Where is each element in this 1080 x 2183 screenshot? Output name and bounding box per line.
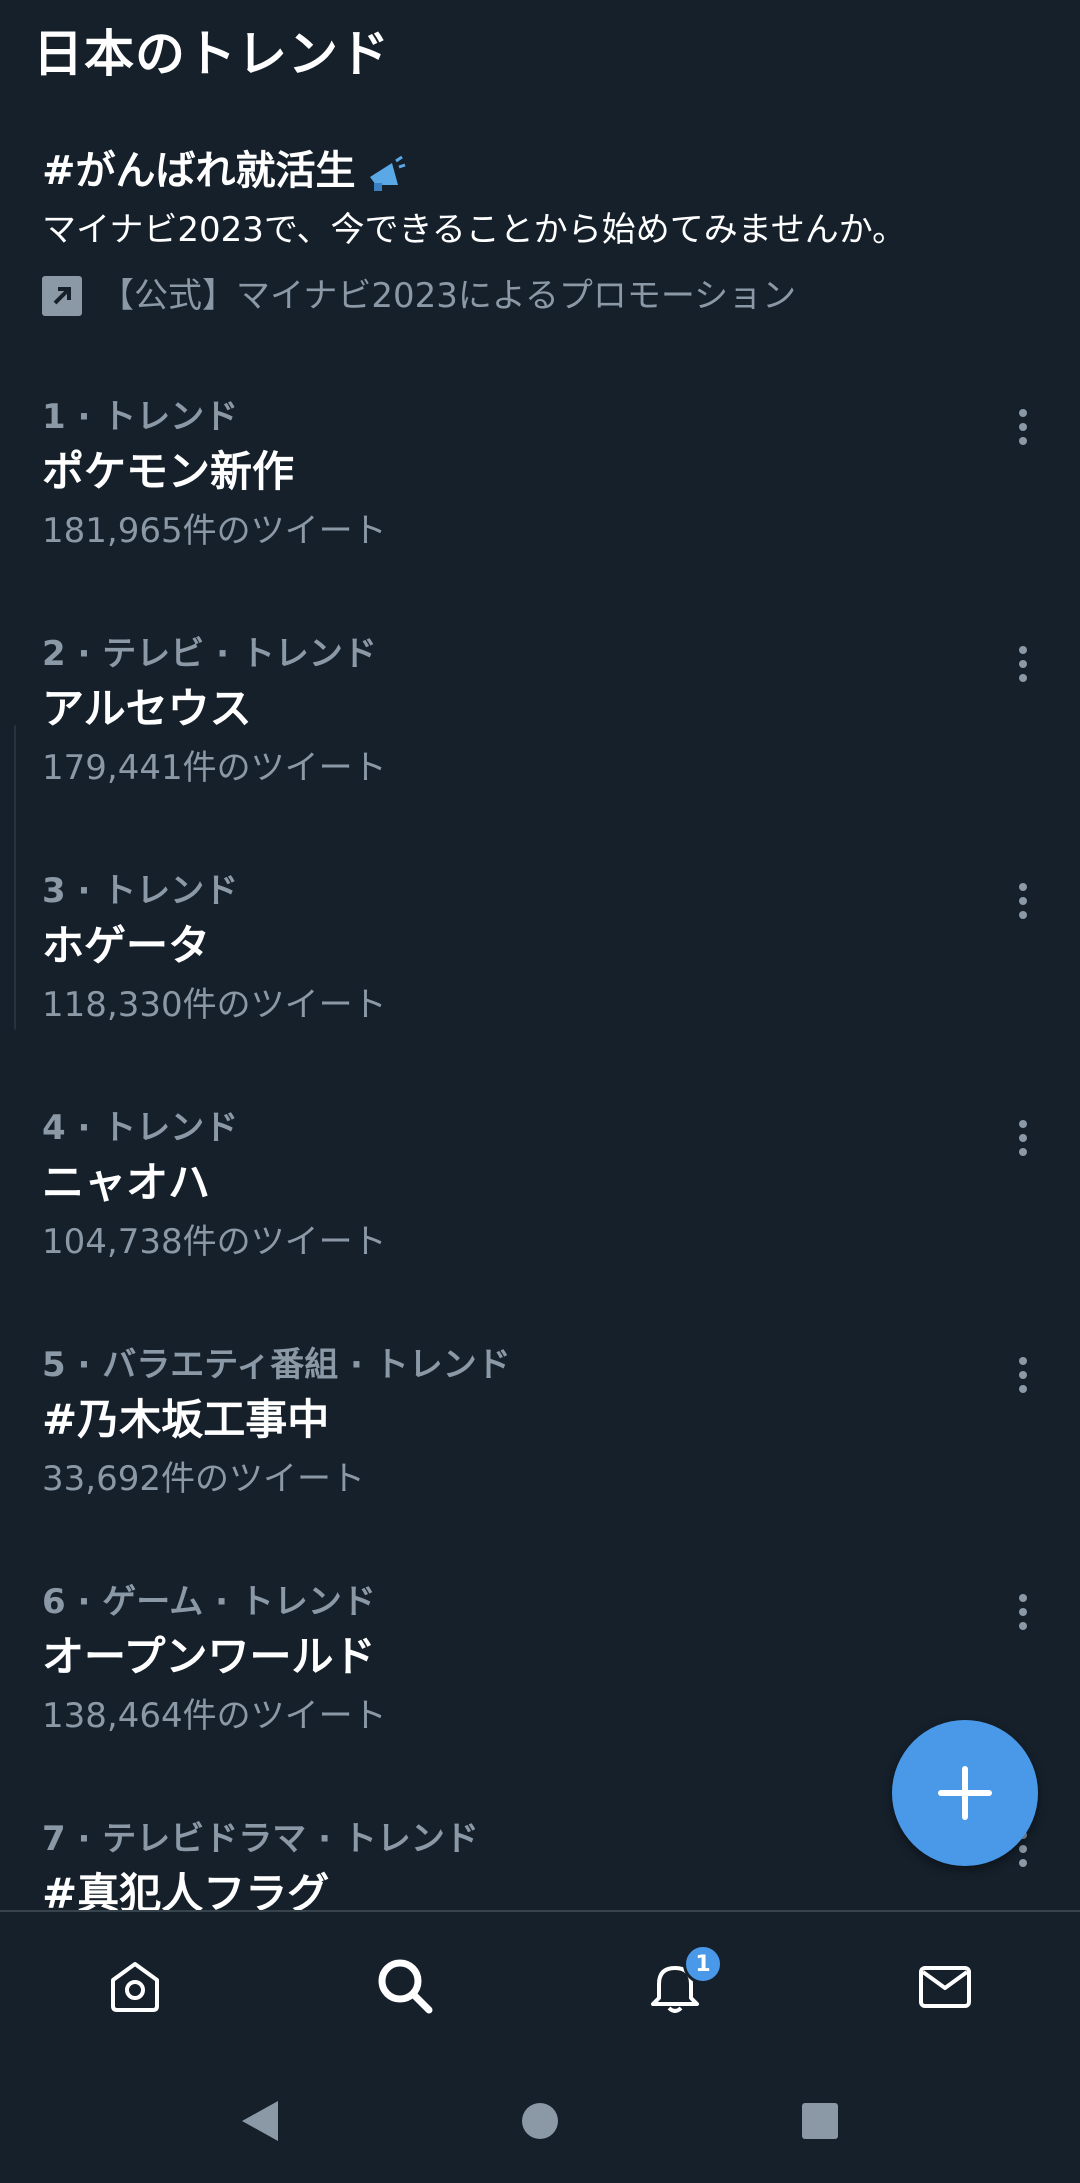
trend-name: ニャオハ bbox=[42, 1158, 211, 1207]
trend-item[interactable]: 1 · トレンド ポケモン新作 181,965件のツイート bbox=[0, 380, 1080, 617]
back-triangle-icon bbox=[242, 2100, 278, 2141]
promoted-icon bbox=[42, 276, 82, 316]
compose-tweet-button[interactable] bbox=[892, 1720, 1038, 1866]
system-navigation-bar bbox=[0, 2058, 1080, 2183]
home-icon bbox=[111, 1962, 159, 2012]
trend-tweet-count: 104,738件のツイート bbox=[42, 1222, 387, 1262]
more-options-icon[interactable] bbox=[1006, 1350, 1040, 1400]
recents-button[interactable] bbox=[790, 2091, 850, 2151]
trend-tweet-count: 179,441件のツイート bbox=[42, 748, 387, 788]
page-title: 日本のトレンド bbox=[33, 25, 390, 83]
trend-meta: 2 · テレビ · トレンド bbox=[42, 634, 377, 674]
home-circle-icon bbox=[522, 2102, 558, 2139]
more-options-icon[interactable] bbox=[1006, 1113, 1040, 1163]
messages-icon bbox=[919, 1966, 971, 2008]
plus-icon bbox=[938, 1766, 992, 1820]
trend-item[interactable]: 2 · テレビ · トレンド アルセウス 179,441件のツイート bbox=[0, 617, 1080, 854]
more-options-icon[interactable] bbox=[1006, 876, 1040, 926]
trend-item[interactable]: 3 · トレンド ホゲータ 118,330件のツイート bbox=[0, 854, 1080, 1091]
explore-screen: 日本のトレンド #がんばれ就活生 マイナビ2023で、今できることから始めてみま… bbox=[0, 0, 1080, 2183]
more-options-icon[interactable] bbox=[1006, 639, 1040, 689]
nav-notifications[interactable]: 1 bbox=[625, 1936, 725, 2036]
nav-messages[interactable] bbox=[895, 1936, 995, 2036]
megaphone-icon bbox=[366, 151, 406, 191]
promoted-trend[interactable]: #がんばれ就活生 マイナビ2023で、今できることから始めてみませんか。 【公式… bbox=[42, 140, 1042, 322]
recents-square-icon bbox=[802, 2102, 838, 2139]
trend-item[interactable]: 5 · バラエティ番組 · トレンド #乃木坂工事中 33,692件のツイート bbox=[0, 1328, 1080, 1565]
trend-tweet-count: 33,692件のツイート bbox=[42, 1459, 365, 1499]
trend-meta: 4 · トレンド bbox=[42, 1108, 239, 1148]
home-system-button[interactable] bbox=[510, 2091, 570, 2151]
back-button[interactable] bbox=[230, 2091, 290, 2151]
trend-tweet-count: 118,330件のツイート bbox=[42, 985, 387, 1025]
trend-name: ポケモン新作 bbox=[42, 447, 295, 496]
trend-meta: 3 · トレンド bbox=[42, 871, 239, 911]
trend-meta: 5 · バラエティ番組 · トレンド bbox=[42, 1345, 511, 1385]
nav-search[interactable] bbox=[355, 1936, 455, 2036]
trend-meta: 1 · トレンド bbox=[42, 397, 239, 437]
promoted-trend-description: マイナビ2023で、今できることから始めてみませんか。 bbox=[42, 210, 907, 250]
promoted-by-label: 【公式】マイナビ2023によるプロモーション bbox=[100, 276, 797, 316]
trend-name: ホゲータ bbox=[42, 921, 211, 970]
trend-tweet-count: 181,965件のツイート bbox=[42, 511, 387, 551]
promoted-by-line: 【公式】マイナビ2023によるプロモーション bbox=[42, 270, 1042, 322]
nav-home[interactable] bbox=[85, 1936, 185, 2036]
more-options-icon[interactable] bbox=[1006, 1587, 1040, 1637]
trend-name: アルセウス bbox=[42, 684, 252, 733]
notification-badge: 1 bbox=[683, 1944, 723, 1984]
trend-item[interactable]: 4 · トレンド ニャオハ 104,738件のツイート bbox=[0, 1091, 1080, 1328]
trend-name: オープンワールド bbox=[42, 1632, 376, 1681]
more-options-icon[interactable] bbox=[1006, 402, 1040, 452]
promoted-trend-title: #がんばれ就活生 bbox=[42, 140, 1042, 202]
promoted-trend-hashtag: #がんばれ就活生 bbox=[42, 148, 356, 194]
search-icon bbox=[378, 1959, 433, 2014]
bottom-navigation: 1 bbox=[0, 1910, 1080, 2060]
trend-meta: 6 · ゲーム · トレンド bbox=[42, 1582, 376, 1622]
trend-name: #乃木坂工事中 bbox=[42, 1395, 330, 1444]
